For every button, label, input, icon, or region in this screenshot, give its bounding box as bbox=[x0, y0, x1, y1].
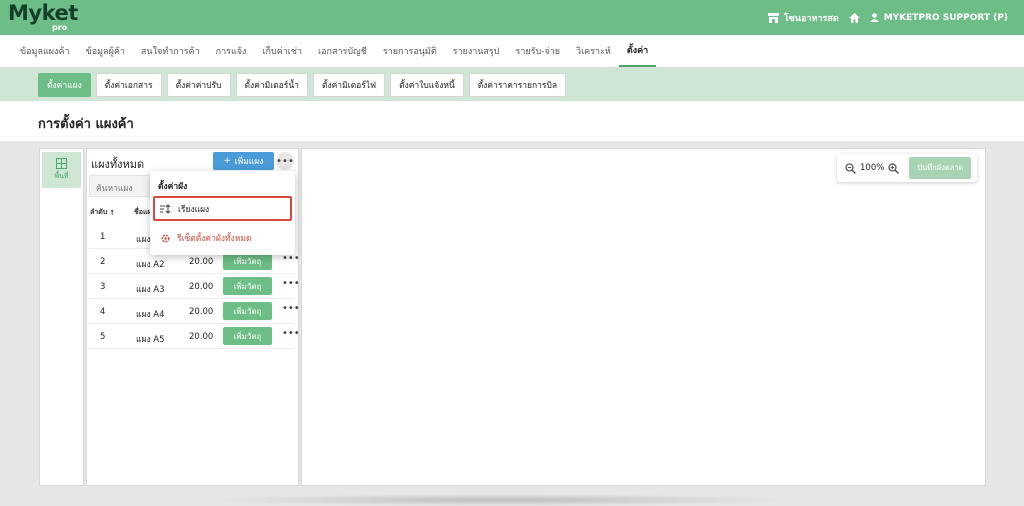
column-header-name[interactable]: ชื่อแผ bbox=[134, 207, 152, 218]
row-number: 3 bbox=[100, 282, 106, 292]
save-layout-button[interactable]: บันทึกผังตลาด bbox=[909, 157, 972, 179]
nav-item-accounting[interactable]: เอกสารบัญชี bbox=[310, 35, 375, 67]
layout-canvas[interactable]: 100% บันทึกผังตลาด bbox=[301, 148, 986, 486]
row-price: 20.00 bbox=[189, 257, 214, 267]
row-more-icon[interactable]: ••• bbox=[282, 328, 300, 339]
home-icon bbox=[848, 12, 860, 23]
zoom-controls: 100% บันทึกผังตลาด bbox=[837, 154, 977, 182]
store-icon bbox=[767, 12, 779, 23]
home-button[interactable] bbox=[848, 12, 860, 23]
user-name: MYKETPRO SUPPORT (P) bbox=[883, 12, 1008, 23]
table-row[interactable]: 5 แผง A5 20.00 เพิ่มวัตถุ ••• bbox=[89, 324, 300, 349]
zoom-out-icon[interactable] bbox=[845, 162, 856, 174]
more-icon: ••• bbox=[276, 155, 294, 167]
nav-item-stall-info[interactable]: ข้อมูลแผงค้า bbox=[12, 35, 78, 67]
panel-title: แผงทั้งหมด bbox=[91, 158, 145, 171]
tab-bill-price-settings[interactable]: ตั้งค่าราคารายการบิล bbox=[468, 72, 567, 97]
row-price: 20.00 bbox=[189, 332, 214, 342]
top-bar: Myket pro โซนอาหารสด MYKETPRO SUPPORT (P… bbox=[0, 0, 1024, 35]
row-price: 20.00 bbox=[189, 307, 214, 317]
tab-electric-meter-settings[interactable]: ตั้งค่ามิเตอร์ไฟ bbox=[312, 72, 386, 97]
row-number: 1 bbox=[100, 232, 106, 242]
tab-stall-settings[interactable]: ตั้งค่าแผง bbox=[38, 72, 91, 97]
add-stall-button[interactable]: + เพิ่มแผง bbox=[213, 152, 274, 170]
nav-item-interested[interactable]: สนใจทำการค้า bbox=[133, 35, 208, 67]
row-price: 20.00 bbox=[189, 282, 214, 292]
row-number: 4 bbox=[100, 307, 106, 317]
nav-item-approval[interactable]: รายการอนุมัติ bbox=[375, 35, 445, 67]
row-more-icon[interactable]: ••• bbox=[282, 278, 300, 289]
tab-penalty-settings[interactable]: ตั้งค่าค่าปรับ bbox=[166, 72, 231, 97]
sort-stalls-menu-item[interactable]: เรียงแผง bbox=[153, 196, 292, 221]
settings-subnav: ตั้งค่าแผง ตั้งค่าเอกสาร ตั้งค่าค่าปรับ … bbox=[0, 68, 1024, 101]
tab-invoice-settings[interactable]: ตั้งค่าใบแจ้งหนี้ bbox=[390, 72, 464, 97]
row-number: 5 bbox=[100, 332, 106, 342]
column-header-order[interactable]: ลำดับ ↑ bbox=[90, 207, 115, 218]
nav-item-report[interactable]: รายงานสรุป bbox=[445, 35, 508, 67]
map-icon bbox=[56, 158, 67, 169]
sort-stalls-label: เรียงแผง bbox=[178, 204, 210, 215]
row-stall-name: แผง A5 bbox=[136, 335, 165, 345]
tab-water-meter-settings[interactable]: ตั้งค่ามิเตอร์น้ำ bbox=[235, 72, 308, 97]
zoom-in-icon[interactable] bbox=[888, 162, 900, 174]
page-title: การตั้งค่า แผงค้า bbox=[38, 117, 134, 132]
logo-text: Myket bbox=[8, 1, 78, 25]
row-stall-name: แผง A4 bbox=[136, 310, 165, 320]
market-selector[interactable]: โซนอาหารสด bbox=[767, 11, 839, 25]
more-options-button[interactable]: ••• bbox=[276, 152, 294, 170]
reset-layout-label: รีเซ็ตตั้งค่าผังทั้งหมด bbox=[177, 234, 252, 244]
plus-icon: + bbox=[223, 156, 231, 166]
reset-layout-menu-item[interactable]: รีเซ็ตตั้งค่าผังทั้งหมด bbox=[160, 231, 252, 245]
page-header: การตั้งค่า แผงค้า bbox=[0, 101, 1024, 141]
nav-item-settings[interactable]: ตั้งค่า bbox=[618, 35, 657, 67]
nav-item-analysis[interactable]: วิเคราะห์ bbox=[568, 35, 619, 67]
layout-settings-dropdown: ตั้งค่าผัง เรียงแผง รีเซ็ตตั้งค่าผังทั้ง… bbox=[150, 171, 295, 255]
table-row[interactable]: 4 แผง A4 20.00 เพิ่มวัตถุ ••• bbox=[89, 299, 300, 324]
main-nav: ข้อมูลแผงค้า ข้อมูลผู้ค้า สนใจทำการค้า ก… bbox=[0, 35, 1024, 68]
left-rail: พื้นที่ bbox=[39, 148, 84, 486]
add-object-button[interactable]: เพิ่มวัตถุ bbox=[223, 277, 272, 295]
column-header-order-label: ลำดับ bbox=[90, 208, 108, 216]
zoom-level: 100% bbox=[860, 163, 885, 173]
tab-document-settings[interactable]: ตั้งค่าเอกสาร bbox=[95, 72, 162, 97]
row-number: 2 bbox=[100, 257, 106, 267]
sort-icon bbox=[160, 203, 172, 214]
logo-subtext: pro bbox=[52, 23, 68, 32]
nav-item-income-expense[interactable]: รายรับ-จ่าย bbox=[507, 35, 568, 67]
row-stall-name: แผง A3 bbox=[136, 285, 165, 295]
row-stall-name: แผง bbox=[136, 235, 151, 245]
add-object-button[interactable]: เพิ่มวัตถุ bbox=[223, 327, 272, 345]
bottom-shadow bbox=[200, 494, 800, 506]
dropdown-title: ตั้งค่าผัง bbox=[158, 182, 188, 192]
user-menu[interactable]: MYKETPRO SUPPORT (P) bbox=[869, 12, 1008, 23]
logo[interactable]: Myket pro bbox=[8, 1, 78, 33]
column-header-name-label: ชื่อแผ bbox=[134, 208, 152, 216]
table-row[interactable]: 3 แผง A3 20.00 เพิ่มวัตถุ ••• bbox=[89, 274, 300, 299]
reset-gear-icon bbox=[160, 233, 171, 244]
market-name: โซนอาหารสด bbox=[783, 13, 839, 24]
row-stall-name: แผง A2 bbox=[136, 260, 165, 270]
nav-item-vendor-info[interactable]: ข้อมูลผู้ค้า bbox=[78, 35, 133, 67]
rail-item-area[interactable]: พื้นที่ bbox=[42, 152, 81, 188]
user-icon bbox=[869, 13, 879, 22]
top-bar-right: โซนอาหารสด MYKETPRO SUPPORT (P) bbox=[767, 0, 1008, 35]
nav-item-rent[interactable]: เก็บค่าเช่า bbox=[254, 35, 310, 67]
add-stall-label: เพิ่มแผง bbox=[234, 157, 264, 167]
sort-arrow-up-icon: ↑ bbox=[109, 208, 116, 217]
nav-item-notify[interactable]: การแจ้ง bbox=[208, 35, 255, 67]
row-more-icon[interactable]: ••• bbox=[282, 303, 300, 314]
rail-item-label: พื้นที่ bbox=[54, 172, 69, 180]
add-object-button[interactable]: เพิ่มวัตถุ bbox=[223, 302, 272, 320]
